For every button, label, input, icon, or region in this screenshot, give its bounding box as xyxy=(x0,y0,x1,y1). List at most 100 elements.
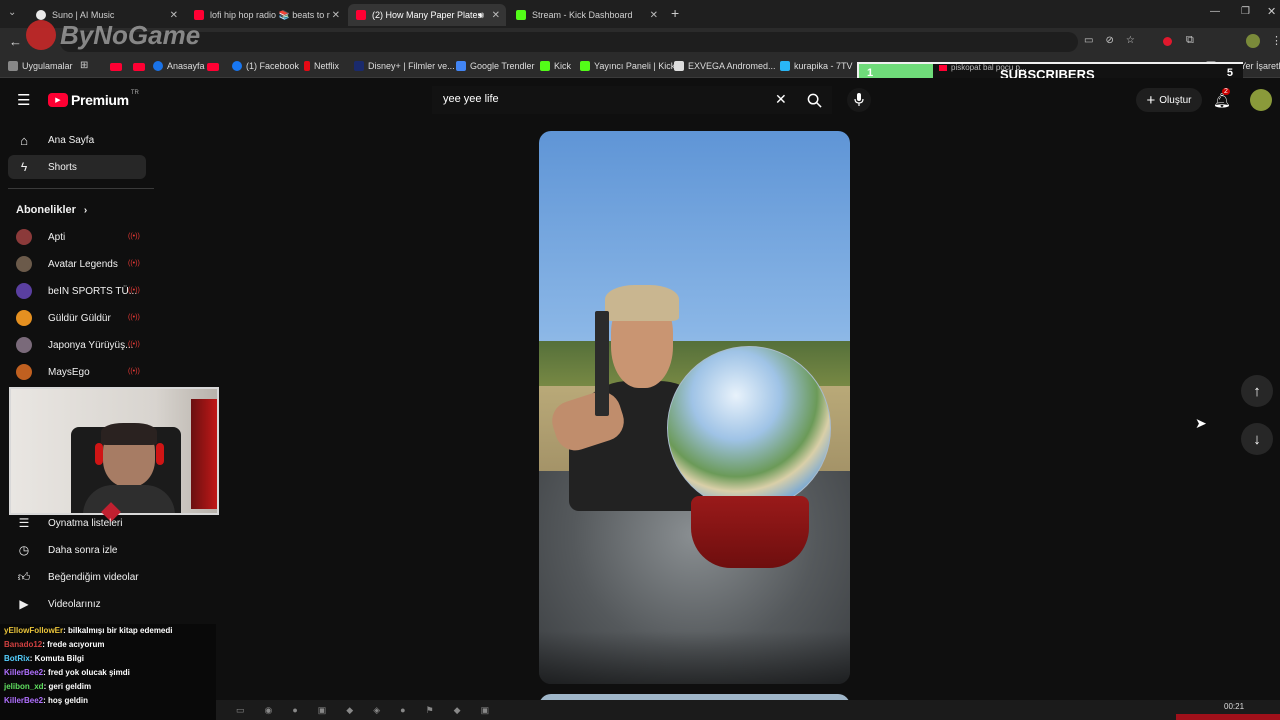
bookmark-facebook[interactable]: (1) Facebook xyxy=(232,61,299,71)
youtube-icon xyxy=(939,64,947,71)
close-icon[interactable]: ✕ xyxy=(332,10,340,21)
bookmark-kick-panel[interactable]: Yayıncı Paneli | Kick xyxy=(580,61,675,71)
chevron-right-icon: › xyxy=(83,204,88,216)
bookmark-google-trends[interactable]: Google Trendler xyxy=(456,61,535,71)
microphone-icon xyxy=(854,93,864,106)
youtube-logo[interactable]: ▶ Premium TR xyxy=(48,90,139,108)
sidebar-library-item[interactable]: ☰ Oynatma listeleri xyxy=(8,511,146,535)
channel-avatar xyxy=(16,337,32,353)
tab-lofi[interactable]: lofi hip hop radio 📚 beats to r ✕ xyxy=(186,4,346,26)
create-button[interactable]: + Oluştur xyxy=(1136,88,1202,112)
kick-icon xyxy=(540,61,550,71)
extensions-puzzle-icon[interactable]: ⧉ xyxy=(1186,34,1194,47)
bookmark-disney[interactable]: Disney+ | Filmler ve... xyxy=(354,61,455,71)
bookmark-exvega[interactable]: EXVEGA Andromed... xyxy=(674,61,776,71)
tab-search-icon[interactable]: ⌄ xyxy=(8,7,16,18)
apps-grid-icon xyxy=(8,61,18,71)
taskbar-red-strip xyxy=(1176,714,1280,720)
chat-text: : geri geldim xyxy=(43,682,92,691)
close-icon[interactable]: ✕ xyxy=(650,10,658,21)
back-icon[interactable]: ← xyxy=(9,34,22,49)
sidebar-item-label: Güldür Güldür xyxy=(48,312,111,324)
sidebar-subscription-item[interactable]: Güldür Güldür ((•)) xyxy=(8,306,146,330)
exvega-icon xyxy=(674,61,684,71)
sidebar-subscription-item[interactable]: Japonya Yürüyüş... ((•)) xyxy=(8,333,146,357)
previous-video-button[interactable]: ↑ xyxy=(1241,375,1273,407)
chat-text: : Komuta Bilgi xyxy=(29,654,84,663)
bookmark-netflix[interactable]: Netflix xyxy=(304,61,339,71)
grid-icon[interactable]: ⊞ xyxy=(80,60,88,71)
disney-icon xyxy=(354,61,364,71)
trends-icon xyxy=(456,61,466,71)
tab-title: (2) How Many Paper Plates xyxy=(372,10,483,20)
bookmark-apps[interactable]: Uygulamalar xyxy=(8,61,73,71)
next-video-button[interactable]: ↓ xyxy=(1241,423,1273,455)
voice-search-button[interactable] xyxy=(847,88,871,112)
menu-kebab-icon[interactable]: ⋮ xyxy=(1271,34,1280,47)
restore-button[interactable]: ❐ xyxy=(1241,6,1250,17)
sidebar-subscription-item[interactable]: Avatar Legends ((•)) xyxy=(8,252,146,276)
account-avatar[interactable] xyxy=(1250,89,1272,111)
your-videos-icon: ▶ xyxy=(19,597,29,611)
streamer-logo-watermark: ByNoGame xyxy=(26,18,200,52)
chat-message: yEllowFollowEr: bilkalmışı bir kitap ede… xyxy=(4,626,173,635)
chat-message: KillerBee2: fred yok olucak şimdi xyxy=(4,668,130,677)
sidebar-subscription-item[interactable]: Apti ((•)) xyxy=(8,225,146,249)
youtube-play-icon: ▶ xyxy=(48,93,68,107)
youtube-bookmark-icon[interactable] xyxy=(207,63,219,71)
thumbs-up-icon: 👍︎ xyxy=(17,569,31,584)
close-window-button[interactable]: ✕ xyxy=(1267,5,1276,18)
tab-title: lofi hip hop radio 📚 beats to r xyxy=(210,9,330,20)
video-gun xyxy=(595,311,609,416)
taskbar: ▭◉●▣◆◈●⚑◆▣ 00:21 xyxy=(216,700,1280,720)
webcam-red-light xyxy=(191,399,217,509)
search-input[interactable]: yee yee life xyxy=(432,86,832,114)
extension-red-icon[interactable] xyxy=(1163,37,1172,46)
notifications-button[interactable]: 🔔︎ 2 xyxy=(1213,88,1231,110)
webcam-headset-icon xyxy=(95,443,103,465)
sidebar-library-item[interactable]: ◷ Daha sonra izle xyxy=(8,538,146,562)
sidebar-item-label: Apti xyxy=(48,231,66,243)
clear-search-icon[interactable]: ✕ xyxy=(775,91,787,108)
crystal-ball xyxy=(667,346,831,510)
hamburger-menu-icon[interactable]: ☰ xyxy=(17,91,30,109)
kick-icon xyxy=(580,61,590,71)
tab-paper-plates[interactable]: (2) How Many Paper Plates 🔊︎ ✕ xyxy=(348,4,506,26)
sidebar-subscription-item[interactable]: beIN SPORTS TÜ... ((•)) xyxy=(8,279,146,303)
sidebar-item-label: beIN SPORTS TÜ... xyxy=(48,285,138,297)
sidebar-subscription-item[interactable]: MaysEgo ((•)) xyxy=(8,360,146,384)
youtube-bookmark-icon[interactable] xyxy=(110,63,122,71)
chat-username: yEllowFollowEr xyxy=(4,626,64,635)
sidebar-library-item[interactable]: ▶ Videolarınız xyxy=(8,592,146,616)
clock-icon: ◷ xyxy=(18,543,30,557)
profile-avatar[interactable] xyxy=(1246,34,1260,48)
speaker-icon[interactable]: 🔊︎ xyxy=(478,10,484,21)
sidebar-item-shorts[interactable]: ϟ Shorts xyxy=(8,155,146,179)
bookmark-kick[interactable]: Kick xyxy=(540,61,571,71)
channel-avatar xyxy=(16,310,32,326)
subscriptions-heading[interactable]: Abonelikler › xyxy=(16,204,87,216)
bookmark-anasayfa[interactable]: Anasayfa xyxy=(153,61,205,71)
shorts-video-player[interactable] xyxy=(539,131,850,684)
chat-text: : frede acıyorum xyxy=(42,640,105,649)
youtube-bookmark-icon[interactable] xyxy=(133,63,145,71)
address-bar[interactable] xyxy=(60,32,1078,52)
home-icon: ⌂ xyxy=(20,132,28,148)
chat-message: BotRix: Komuta Bilgi xyxy=(4,654,84,663)
chat-text: : bilkalmışı bir kitap edemedi xyxy=(63,626,173,635)
search-button[interactable] xyxy=(800,88,828,112)
chat-message: KillerBee2: hoş geldin xyxy=(4,696,88,705)
channel-avatar xyxy=(16,283,32,299)
sidebar-item-home[interactable]: ⌂ Ana Sayfa xyxy=(8,128,146,152)
live-indicator-icon: ((•)) xyxy=(128,368,140,375)
tab-kick-dashboard[interactable]: Stream - Kick Dashboard ✕ xyxy=(508,4,664,26)
sidebar-library-item[interactable]: 👍︎ Beğendiğim videolar xyxy=(8,565,146,589)
bookmark-kurapika[interactable]: kurapika - 7TV xyxy=(780,61,853,71)
new-tab-button[interactable]: + xyxy=(671,5,679,21)
sidebar-item-label: Japonya Yürüyüş... xyxy=(48,339,134,351)
close-icon[interactable]: ✕ xyxy=(492,10,500,21)
minimize-button[interactable]: — xyxy=(1210,6,1220,17)
live-indicator-icon: ((•)) xyxy=(128,233,140,240)
sidebar-item-label: MaysEgo xyxy=(48,366,90,378)
taskbar-app-icons[interactable]: ▭◉●▣◆◈●⚑◆▣ xyxy=(236,705,509,716)
